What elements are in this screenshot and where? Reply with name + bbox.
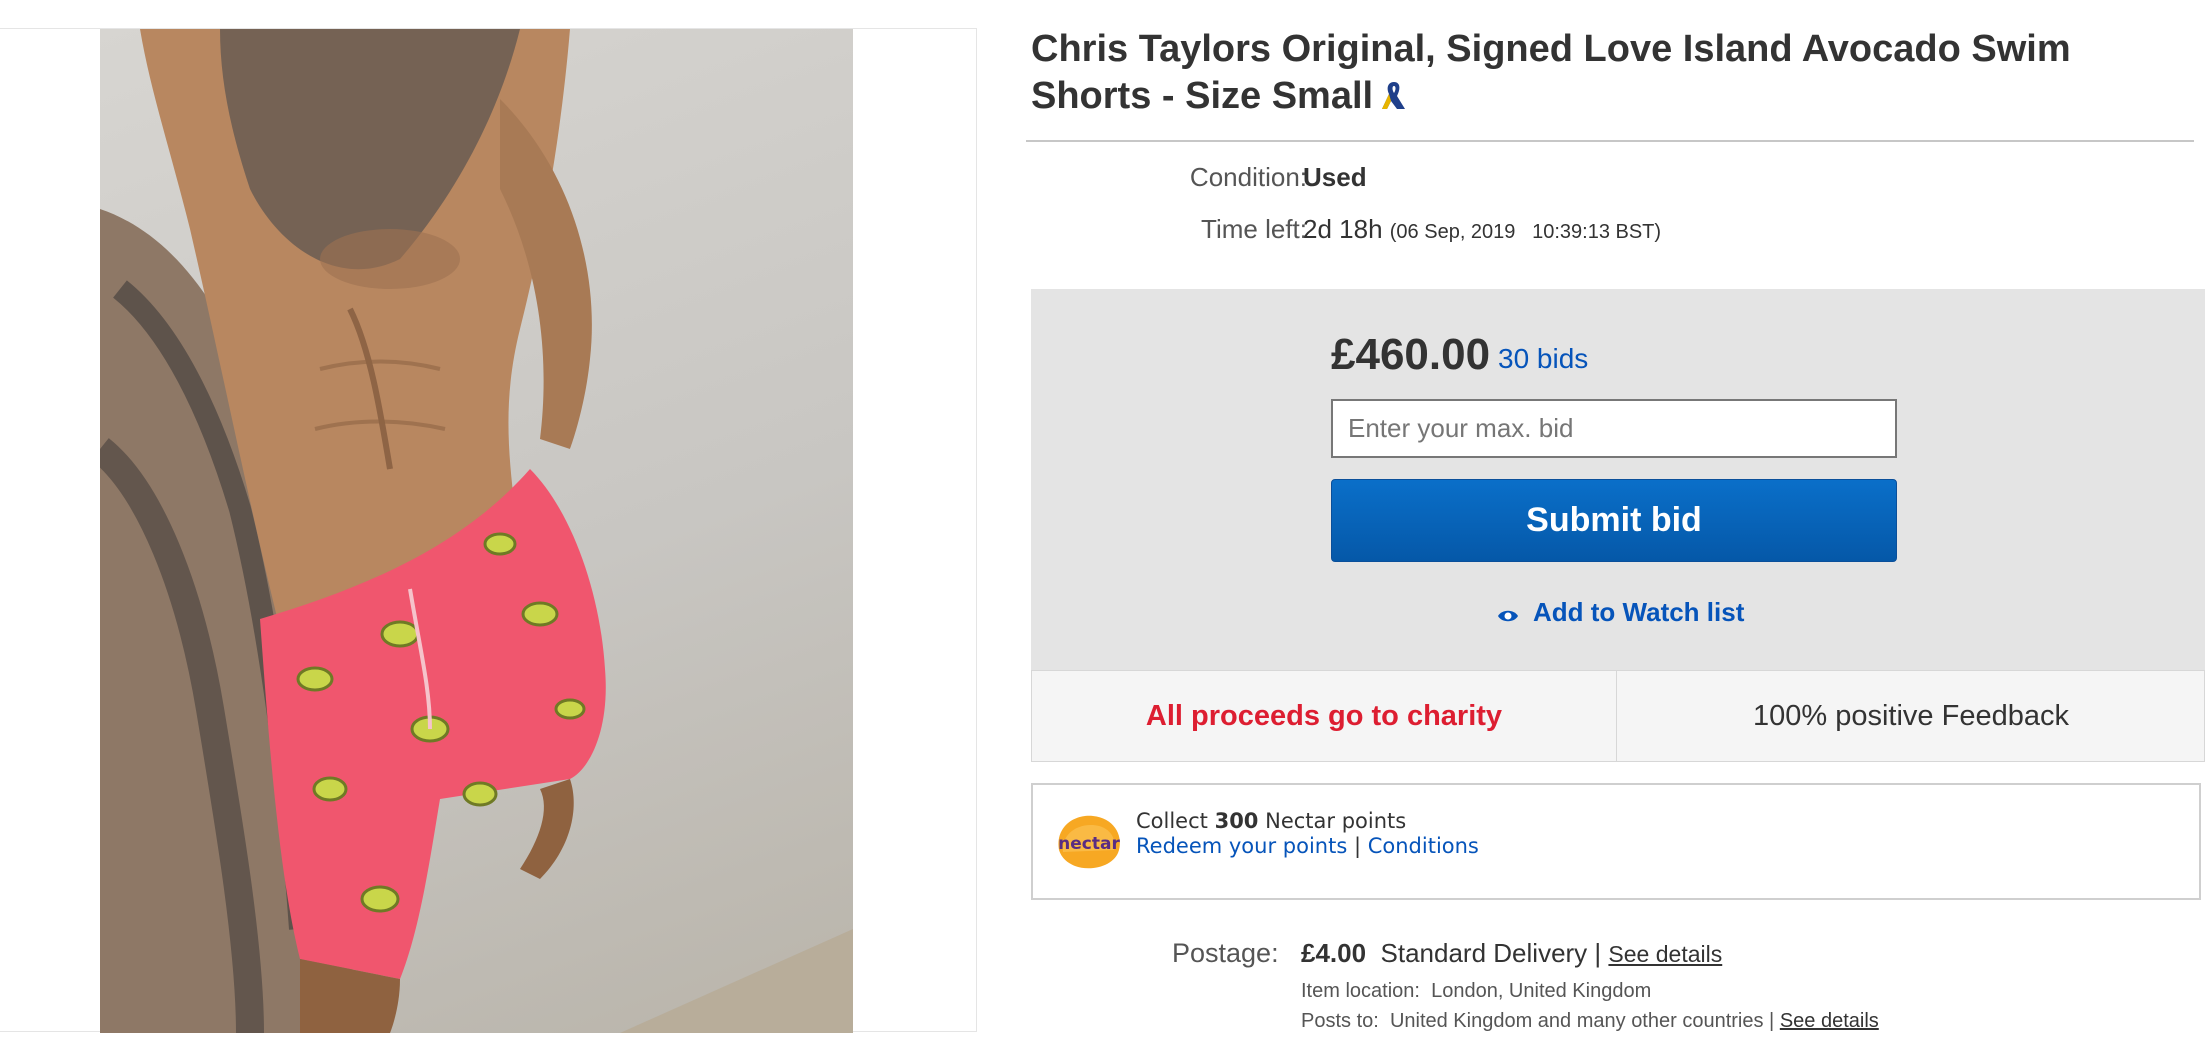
max-bid-input[interactable] [1331,399,1897,458]
postage-service: Standard Delivery [1380,938,1588,968]
nectar-conditions-link[interactable]: Conditions [1368,834,1479,858]
postage-label: Postage: [1172,938,1279,968]
nectar-collect-prefix: Collect [1136,809,1208,833]
time-left-value: 2d 18h (06 Sep, 2019 10:39:13 BST) [1303,214,1661,245]
add-to-watchlist-link[interactable]: Add to Watch list [1497,597,1744,628]
posts-to: Posts to: United Kingdom and many other … [1301,1010,1879,1033]
condition-label: Condition: [1189,162,1307,192]
posts-to-see-details-link[interactable]: See details [1780,1010,1879,1032]
bid-count-link[interactable]: 30 bids [1498,343,1588,375]
postage-see-details-link[interactable]: See details [1608,941,1722,967]
add-to-watchlist-label: Add to Watch list [1533,597,1745,627]
condition-value: Used [1303,162,1367,192]
time-left-label: Time left: [1201,214,1307,244]
nectar-collect-text: Collect 300 Nectar points [1136,809,1406,833]
submit-bid-button[interactable]: Submit bid [1331,479,1897,562]
posts-to-label: Posts to: [1301,1010,1379,1032]
nectar-links: Redeem your points | Conditions [1136,834,1479,858]
nectar-logo: nectar [1058,815,1120,869]
posts-to-separator: | [1769,1010,1775,1032]
nectar-collect-suffix: Nectar points [1265,809,1407,833]
time-left-duration: 2d 18h [1303,214,1383,244]
item-location-value: London, United Kingdom [1431,980,1652,1002]
item-location: Item location: London, United Kingdom [1301,980,1651,1003]
listing-title: Chris Taylors Original, Signed Love Isla… [1031,26,2181,124]
seller-info-banner: All proceeds go to charity 100% positive… [1031,670,2205,762]
charity-notice: All proceeds go to charity [1145,699,1503,732]
listing-title-text: Chris Taylors Original, Signed Love Isla… [1031,28,2071,117]
nectar-points-count: 300 [1214,809,1259,833]
item-location-label: Item location: [1301,980,1420,1002]
postage-price: £4.00 [1301,938,1367,968]
bidding-panel: £460.00 30 bids Submit bid Add to Watch … [1031,289,2205,670]
nectar-points-box: nectar Collect 300 Nectar points Redeem … [1031,783,2201,900]
positive-feedback: 100% positive Feedback [1616,671,2205,761]
product-photo[interactable] [100,29,853,1033]
awareness-ribbon-icon [1379,77,1409,124]
title-divider [1026,140,2194,142]
product-photo-illustration [100,29,853,1033]
redeem-points-link[interactable]: Redeem your points [1136,834,1347,858]
current-price: £460.00 [1331,330,1491,379]
time-left-end-date: (06 Sep, 2019 10:39:13 BST) [1389,221,1662,243]
nectar-link-separator: | [1353,834,1362,858]
product-image-panel [0,28,977,1033]
eye-icon [1498,610,1518,622]
postage-summary: £4.00 Standard Delivery | See details [1301,938,1722,969]
nectar-logo-text: nectar [1058,834,1120,854]
posts-to-value: United Kingdom and many other countries [1389,1010,1764,1032]
postage-separator: | [1594,938,1602,968]
